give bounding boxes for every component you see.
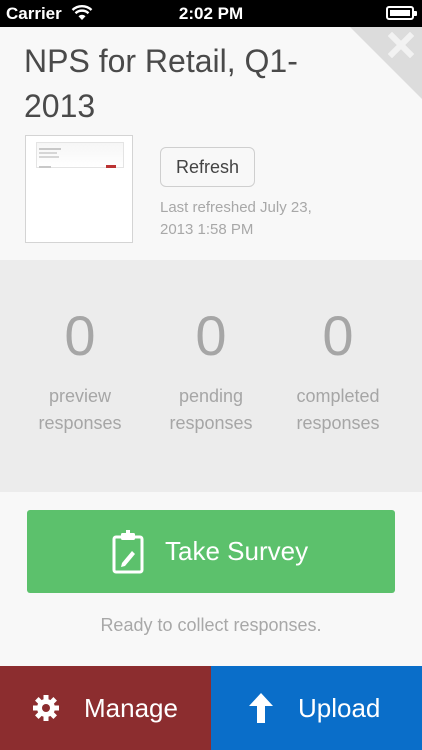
upload-label: Upload bbox=[298, 693, 381, 723]
arrow-up-icon bbox=[249, 693, 273, 723]
survey-title: NPS for Retail, Q1-2013 bbox=[24, 43, 298, 124]
stat-label: preview responses bbox=[38, 386, 122, 433]
status-bar: Carrier 2:02 PM bbox=[0, 0, 422, 27]
last-refreshed-text: Last refreshed July 23, 2013 1:58 PM bbox=[160, 199, 312, 238]
stat-label: completed responses bbox=[296, 386, 380, 433]
manage-button[interactable]: Manage bbox=[0, 666, 211, 750]
upload-button[interactable]: Upload bbox=[211, 666, 422, 750]
take-survey-label: Take Survey bbox=[165, 536, 309, 566]
ready-status-text: Ready to collect responses. bbox=[100, 615, 322, 635]
response-stats: 0 preview responses 0 pending responses … bbox=[0, 260, 422, 492]
stat-label: pending responses bbox=[169, 386, 253, 433]
take-survey-button[interactable]: Take Survey bbox=[27, 510, 395, 593]
refresh-button[interactable]: Refresh bbox=[160, 147, 255, 187]
close-icon[interactable] bbox=[387, 31, 415, 59]
gear-icon bbox=[32, 694, 60, 722]
manage-label: Manage bbox=[84, 693, 178, 723]
stat-count: 0 bbox=[64, 304, 96, 367]
survey-detail-screen: NPS for Retail, Q1-2013 Refresh Last ref… bbox=[0, 27, 422, 750]
stat-count: 0 bbox=[322, 304, 354, 367]
battery-icon bbox=[386, 6, 417, 20]
bottom-action-bar: Manage Upload bbox=[0, 666, 422, 750]
survey-thumbnail bbox=[25, 135, 133, 243]
stat-count: 0 bbox=[195, 304, 227, 367]
clipboard-pencil-icon bbox=[111, 530, 145, 574]
status-time: 2:02 PM bbox=[178, 4, 244, 23]
